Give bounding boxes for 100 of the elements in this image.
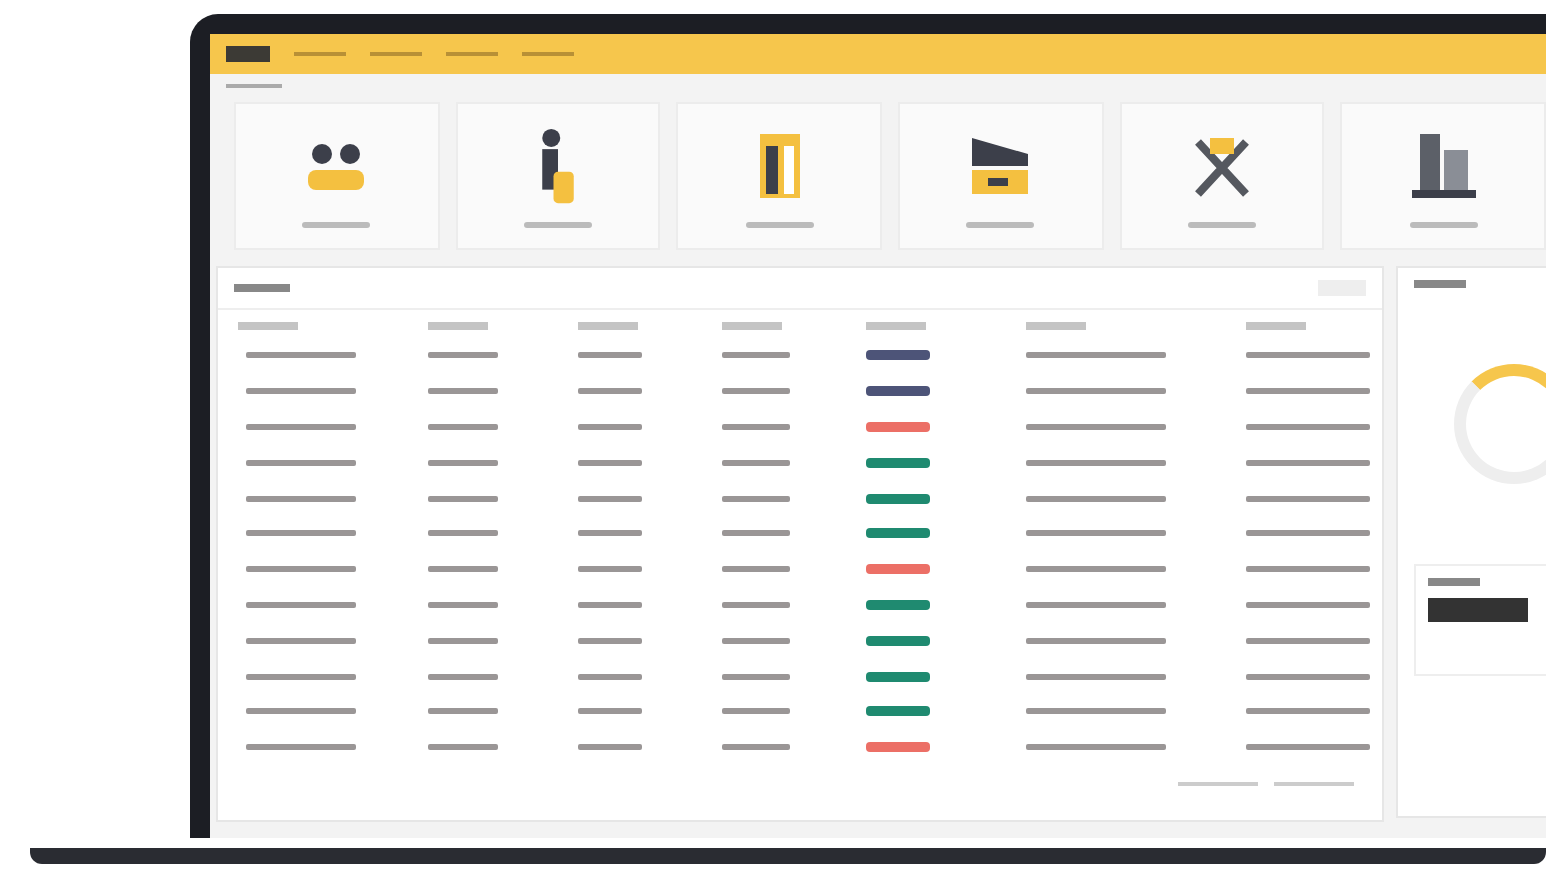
- blurred-text: [722, 495, 790, 502]
- blurred-column-header: [1246, 322, 1306, 330]
- blurred-text: [428, 601, 498, 608]
- blurred-column-header: [428, 322, 488, 330]
- blurred-label: [745, 221, 814, 227]
- blurred-text: [1246, 388, 1370, 395]
- blurred-text: [578, 459, 642, 466]
- gauge-drawing: [1454, 364, 1546, 484]
- blurred-text: [578, 495, 642, 502]
- blurred-label: [1409, 221, 1478, 227]
- blurred-text: [1026, 601, 1166, 608]
- blurred-text: [578, 530, 642, 537]
- blurred-text: [1246, 530, 1370, 537]
- blurred-text: [428, 530, 498, 537]
- blurred-text: [722, 637, 790, 644]
- blurred-text: [1026, 708, 1166, 715]
- blurred-text: [578, 601, 642, 608]
- blurred-text: [1026, 352, 1166, 359]
- blurred-number: [1428, 598, 1528, 622]
- person-icon: [540, 125, 576, 205]
- blurred-text: [428, 566, 498, 573]
- blurred-text: [246, 637, 356, 644]
- blurred-text: [578, 566, 642, 573]
- blurred-column-header: [1026, 322, 1086, 330]
- blurred-text: [1026, 530, 1166, 537]
- blurred-text: [578, 388, 642, 395]
- blurred-text: [1246, 601, 1370, 608]
- blurred-text: [722, 388, 790, 395]
- blurred-title: [1414, 280, 1466, 288]
- blurred-label: [966, 221, 1035, 227]
- blurred-text: [246, 352, 356, 359]
- blurred-text: [1026, 744, 1166, 751]
- blurred-text: [1246, 352, 1370, 359]
- blurred-text: [1246, 495, 1370, 502]
- blurred-text: [1026, 423, 1166, 430]
- blurred-label: [524, 221, 592, 227]
- blurred-pagination[interactable]: [1274, 781, 1354, 786]
- blurred-text: [722, 423, 790, 430]
- tile-card[interactable]: [234, 102, 440, 250]
- blurred-text: [578, 708, 642, 715]
- blurred-text: [428, 459, 498, 466]
- blurred-text: [246, 530, 356, 537]
- blurred-text: [722, 530, 790, 537]
- blurred-text: [1026, 637, 1166, 644]
- blurred-text: [1026, 459, 1166, 466]
- blurred-text: [428, 673, 498, 680]
- blurred-column-header: [238, 322, 298, 330]
- blurred-text: [722, 601, 790, 608]
- blurred-text: [722, 708, 790, 715]
- blurred-text: [1246, 708, 1370, 715]
- blurred-text: [722, 459, 790, 466]
- blurred-text: [246, 459, 356, 466]
- blurred-text: [578, 673, 642, 680]
- tile-card[interactable]: [1119, 102, 1325, 250]
- blurred-column-header: [866, 322, 926, 330]
- blurred-text: [428, 388, 498, 395]
- blurred-column-header: [578, 322, 638, 330]
- blurred-text: [722, 744, 790, 751]
- blurred-text: [578, 423, 642, 430]
- blurred-text: [246, 673, 356, 680]
- blurred-text: [1246, 637, 1370, 644]
- blurred-text: [1246, 423, 1370, 430]
- tile-card[interactable]: [898, 102, 1104, 250]
- blurred-label: [302, 221, 371, 227]
- blurred-text: [428, 423, 498, 430]
- blurred-text: [246, 495, 356, 502]
- blurred-column-header: [722, 322, 782, 330]
- blurred-text: [578, 637, 642, 644]
- blurred-text: [1246, 744, 1370, 751]
- blurred-text: [246, 423, 356, 430]
- blurred-title: [234, 284, 290, 292]
- blurred-text: [1246, 459, 1370, 466]
- blurred-text: [428, 352, 498, 359]
- blurred-pagination[interactable]: [1178, 781, 1258, 786]
- blurred-text: [246, 708, 356, 715]
- blurred-text: [578, 744, 642, 751]
- blurred-text: [1246, 566, 1370, 573]
- blurred-text: [428, 495, 498, 502]
- blurred-text: [1026, 566, 1166, 573]
- blurred-text: [1026, 495, 1166, 502]
- blurred-text: [722, 352, 790, 359]
- blurred-label: [1188, 221, 1257, 227]
- tile-card[interactable]: [676, 102, 883, 250]
- blurred-text: [246, 566, 356, 573]
- logo-icon: [226, 46, 270, 62]
- blurred-text: [246, 744, 356, 751]
- blurred-text: [722, 566, 790, 573]
- blurred-text: [722, 673, 790, 680]
- blurred-text: [246, 388, 356, 395]
- tile-card[interactable]: [455, 102, 661, 250]
- blurred-text: [578, 352, 642, 359]
- blurred-label: [1428, 578, 1480, 586]
- blurred-text: [1026, 388, 1166, 395]
- blurred-text: [246, 601, 356, 608]
- blurred-text: [1026, 673, 1166, 680]
- blurred-text: [428, 744, 498, 751]
- blurred-text: [428, 637, 498, 644]
- tile-card[interactable]: [1340, 102, 1546, 250]
- blurred-text: [1246, 673, 1370, 680]
- blurred-text: [428, 708, 498, 715]
